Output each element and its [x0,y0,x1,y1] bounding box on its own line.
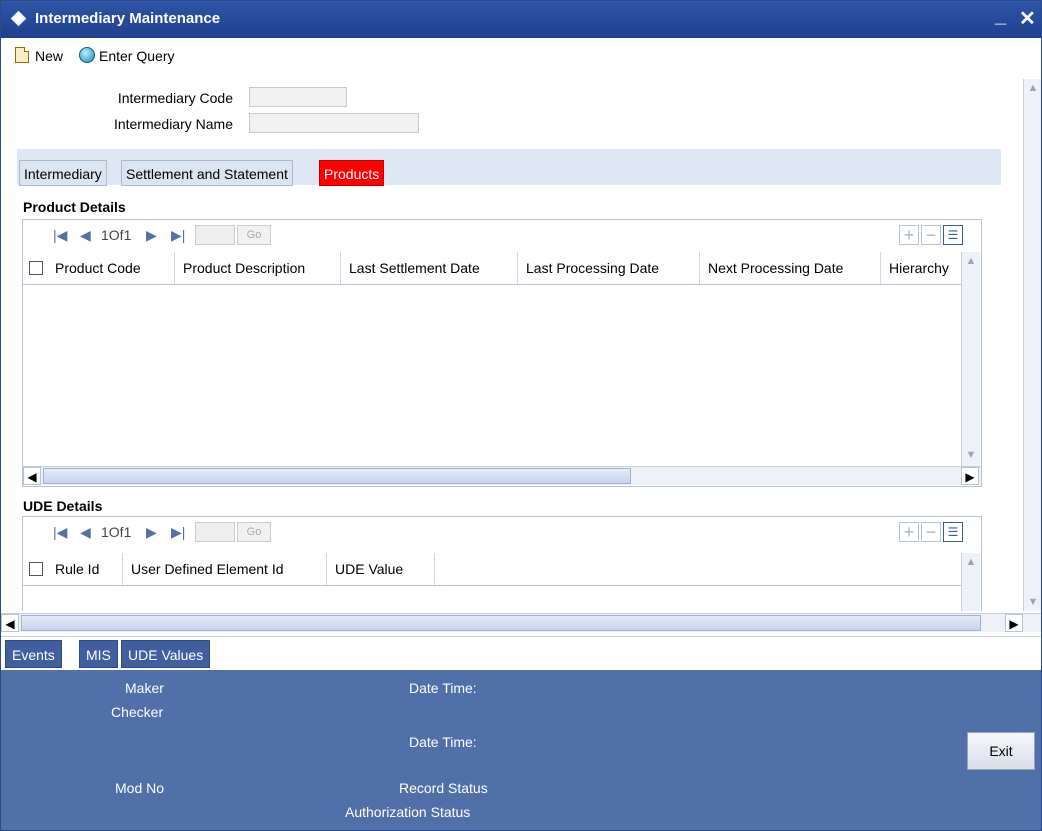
ude-goto-page-input[interactable] [195,522,235,542]
ude-last-page-icon[interactable]: ▶| [171,524,185,541]
ude-page-indicator: 1Of1 [101,524,132,540]
first-page-icon[interactable]: |◀ [53,227,67,244]
ude-details-grid: |◀ ◀ 1Of1 ▶ ▶| Go + − ☰ Rule Id User Def… [22,516,982,611]
title-bar: Intermediary Maintenance _ ✕ [1,1,1041,38]
page-horizontal-scrollbar[interactable]: ◀ ▶ [1,613,1041,632]
tab-intermediary[interactable]: Intermediary [19,160,107,186]
add-row-button[interactable]: + [899,225,919,245]
page-scroll-left-icon[interactable]: ◀ [1,614,19,632]
intermediary-name-label: Intermediary Name [113,116,233,132]
ude-values-button[interactable]: UDE Values [121,640,211,668]
col-last-settlement-date: Last Settlement Date [341,252,518,284]
checker-label: Checker [111,704,164,720]
page-vertical-scrollbar[interactable]: ▲ ▼ [1023,79,1041,611]
mod-no-label: Mod No [115,780,165,796]
intermediary-maintenance-window: Intermediary Maintenance _ ✕ New Enter Q… [0,0,1042,831]
ude-details-title: UDE Details [23,498,103,514]
col-ude-value: UDE Value [327,553,435,585]
tabs-strip: Intermediary Settlement and Statement Pr… [17,149,1001,186]
mis-button[interactable]: MIS [79,640,118,668]
ude-add-row-button[interactable]: + [899,522,919,542]
ude-pager: |◀ ◀ 1Of1 ▶ ▶| Go + − ☰ [23,517,981,547]
col-hierarchy: Hierarchy [889,260,949,276]
new-label: New [35,48,64,64]
window-title: Intermediary Maintenance [35,10,221,27]
tab-products[interactable]: Products [319,160,385,186]
go-button[interactable]: Go [237,225,271,245]
col-user-defined-element-id: User Defined Element Id [123,553,327,585]
page-indicator: 1Of1 [101,227,132,243]
ude-table-header: Rule Id User Defined Element Id UDE Valu… [23,553,961,586]
scroll-left-icon[interactable]: ◀ [23,467,41,485]
delete-row-button[interactable]: − [921,225,941,245]
intermediary-code-input[interactable] [249,87,347,107]
scroll-up-icon[interactable]: ▲ [962,252,980,270]
maker-label: Maker [125,680,164,696]
new-button[interactable]: New [15,47,63,64]
product-scroll-thumb[interactable] [43,468,631,484]
intermediary-code-label: Intermediary Code [117,90,233,106]
ude-go-button[interactable]: Go [237,522,271,542]
minimize-button[interactable]: _ [995,5,1006,28]
col-last-processing-date: Last Processing Date [518,252,700,284]
enter-query-button[interactable]: Enter Query [79,47,174,64]
product-pager: |◀ ◀ 1Of1 ▶ ▶| Go + − ☰ [23,220,981,250]
col-rule-id: Rule Id [47,553,123,585]
ude-first-page-icon[interactable]: |◀ [53,524,67,541]
next-page-icon[interactable]: ▶ [146,227,157,244]
product-horizontal-scrollbar[interactable]: ◀ ▶ [23,466,981,485]
maker-date-time-label: Date Time: [409,680,477,696]
previous-page-icon[interactable]: ◀ [80,227,91,244]
main-content: Intermediary Code Intermediary Name Inte… [1,74,1041,636]
select-all-products-checkbox[interactable] [29,261,43,275]
page-scroll-thumb[interactable] [21,615,981,631]
col-product-description: Product Description [175,252,341,284]
ude-next-page-icon[interactable]: ▶ [146,524,157,541]
page-scroll-up-icon[interactable]: ▲ [1024,79,1041,97]
events-button[interactable]: Events [5,640,62,668]
col-next-processing-date: Next Processing Date [700,252,881,284]
goto-page-input[interactable] [195,225,235,245]
scroll-down-icon[interactable]: ▼ [962,446,980,464]
product-details-grid: |◀ ◀ 1Of1 ▶ ▶| Go + − ☰ Product Code Pro… [22,219,982,487]
product-table-header: Product Code Product Description Last Se… [23,252,961,285]
query-database-icon [79,47,95,63]
col-product-code: Product Code [47,252,175,284]
ude-column-chooser-icon[interactable]: ☰ [943,522,963,542]
scroll-right-icon[interactable]: ▶ [961,467,979,485]
last-page-icon[interactable]: ▶| [171,227,185,244]
page-scroll-down-icon[interactable]: ▼ [1024,593,1041,611]
product-details-title: Product Details [23,199,126,215]
ude-delete-row-button[interactable]: − [921,522,941,542]
ude-vertical-scrollbar[interactable]: ▲ [961,553,980,611]
column-chooser-icon[interactable]: ☰ [943,225,963,245]
close-button[interactable]: ✕ [1019,6,1036,31]
intermediary-name-input[interactable] [249,113,419,133]
record-status-label: Record Status [399,780,488,796]
authorization-status-label: Authorization Status [345,804,471,820]
exit-button[interactable]: Exit [967,732,1035,770]
select-all-ude-checkbox[interactable] [29,562,43,576]
toolbar: New Enter Query [1,38,1041,74]
ude-scroll-up-icon[interactable]: ▲ [962,553,980,571]
bottom-tabs: Events MIS UDE Values [1,636,1041,671]
new-document-icon [15,47,29,63]
page-scroll-right-icon[interactable]: ▶ [1005,614,1023,632]
product-vertical-scrollbar[interactable]: ▲ ▼ [961,252,980,466]
enter-query-label: Enter Query [99,48,175,64]
app-diamond-icon [10,10,27,27]
ude-previous-page-icon[interactable]: ◀ [80,524,91,541]
checker-date-time-label: Date Time: [409,734,477,750]
tab-settlement-and-statement[interactable]: Settlement and Statement [121,160,293,186]
audit-footer: Maker Checker Date Time: Date Time: Mod … [1,670,1041,830]
